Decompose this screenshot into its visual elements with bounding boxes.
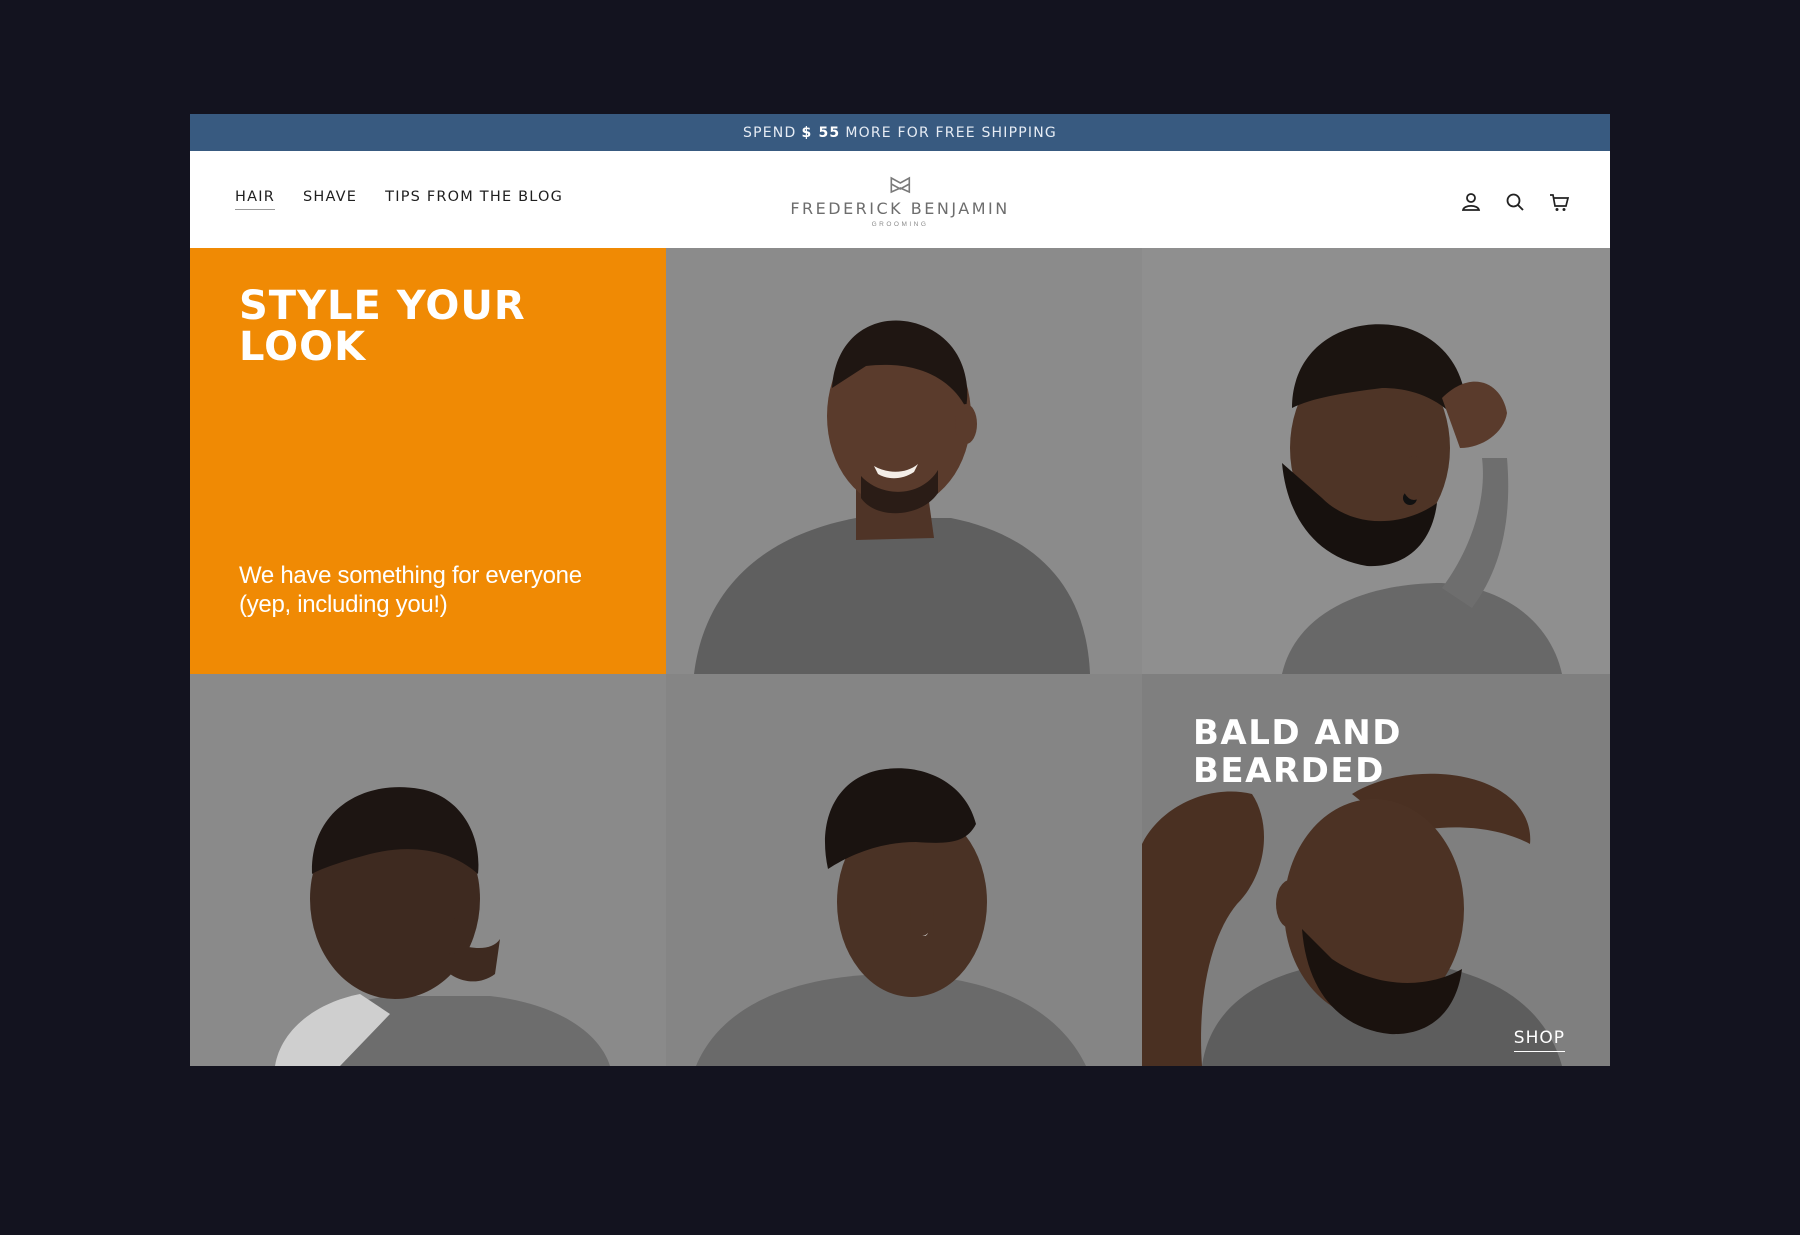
logo-mark-icon (890, 176, 910, 194)
feature-title: BALD AND BEARDED (1193, 714, 1402, 790)
model-photo (666, 248, 1142, 674)
nav-item-blog[interactable]: TIPS FROM THE BLOG (385, 189, 563, 210)
main-nav: HAIR SHAVE TIPS FROM THE BLOG (190, 189, 563, 210)
account-icon[interactable] (1460, 191, 1482, 213)
photo-tile-high-top[interactable] (666, 674, 1142, 1066)
photo-tile-waves[interactable] (190, 674, 666, 1066)
photo-tile-fade-smile[interactable] (666, 248, 1142, 674)
model-photo (190, 674, 666, 1066)
logo-name: FREDERICK BENJAMIN (790, 199, 1010, 218)
shop-link[interactable]: SHOP (1513, 1028, 1565, 1052)
photo-tile-curly-beard[interactable] (1142, 248, 1610, 674)
nav-item-hair[interactable]: HAIR (235, 189, 275, 210)
logo-sub: GROOMING (871, 221, 929, 228)
model-photo (666, 674, 1142, 1066)
hero-subtitle: We have something for everyone (yep, inc… (239, 562, 582, 618)
website-window: SPEND $ 55 MORE FOR FREE SHIPPING HAIR S… (190, 114, 1610, 1066)
hero-title: STYLE YOUR LOOK (239, 283, 526, 370)
announcement-suffix: MORE FOR FREE SHIPPING (845, 124, 1057, 141)
brand-logo[interactable]: FREDERICK BENJAMIN GROOMING (790, 175, 1009, 228)
search-icon[interactable] (1504, 191, 1526, 213)
hero-promo-tile: STYLE YOUR LOOK We have something for ev… (190, 248, 666, 674)
announcement-prefix: SPEND (743, 124, 797, 141)
announcement-amount: $ 55 (801, 124, 841, 141)
header-icons (1460, 191, 1570, 213)
announcement-bar: SPEND $ 55 MORE FOR FREE SHIPPING (190, 114, 1610, 151)
hero-grid: STYLE YOUR LOOK We have something for ev… (190, 248, 1610, 1066)
feature-title-line2: BEARDED (1193, 751, 1385, 791)
photo-tile-bald-bearded[interactable]: BALD AND BEARDED SHOP (1142, 674, 1610, 1066)
site-header: HAIR SHAVE TIPS FROM THE BLOG FREDERICK … (190, 151, 1610, 248)
model-photo (1142, 248, 1610, 674)
cart-icon[interactable] (1548, 191, 1570, 213)
nav-item-shave[interactable]: SHAVE (303, 189, 357, 210)
feature-title-line1: BALD AND (1193, 713, 1402, 753)
